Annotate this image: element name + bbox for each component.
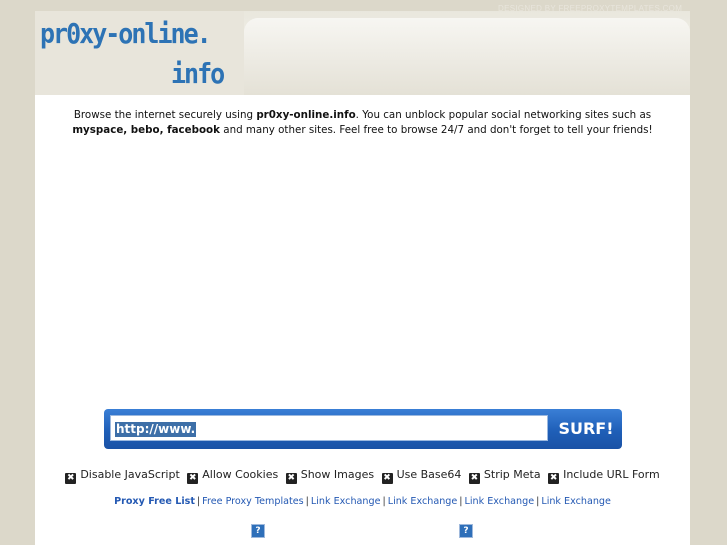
link-exchange[interactable]: Link Exchange bbox=[311, 496, 381, 507]
link-exchange[interactable]: Link Exchange bbox=[541, 496, 611, 507]
link-separator: | bbox=[305, 496, 309, 507]
option-disable-javascript[interactable]: ✖ Disable JavaScript bbox=[65, 468, 180, 484]
option-strip-meta[interactable]: ✖ Strip Meta bbox=[468, 468, 541, 484]
header-banner bbox=[244, 18, 690, 95]
link-free-proxy-templates[interactable]: Free Proxy Templates bbox=[202, 496, 304, 507]
checked-box-icon[interactable]: ✖ bbox=[187, 473, 199, 484]
site-logo[interactable]: pr0xy-online. info bbox=[35, 11, 244, 95]
checked-box-icon[interactable]: ✖ bbox=[381, 473, 393, 484]
intro-text: Browse the internet securely using bbox=[73, 109, 257, 121]
checked-box-icon[interactable]: ✖ bbox=[65, 473, 77, 484]
intro-text: . You can unblock popular social network… bbox=[355, 109, 652, 121]
proxy-options: ✖ Disable JavaScript ✖ Allow Cookies ✖ Show… bbox=[35, 468, 690, 484]
question-mark-icon[interactable]: ? bbox=[251, 524, 265, 538]
intro-site-name: pr0xy-online.info bbox=[256, 109, 356, 121]
surf-button[interactable]: SURF! bbox=[556, 416, 616, 442]
option-label: Use Base64 bbox=[396, 468, 462, 481]
option-label: Allow Cookies bbox=[202, 468, 279, 481]
intro-text: and many other sites. Feel free to brows… bbox=[219, 124, 653, 136]
intro-sites-list: myspace, bebo, facebook bbox=[72, 124, 220, 136]
option-use-base64[interactable]: ✖ Use Base64 bbox=[381, 468, 462, 484]
checked-box-icon[interactable]: ✖ bbox=[468, 473, 480, 484]
logo-text-line2: info bbox=[171, 57, 225, 90]
option-label: Strip Meta bbox=[483, 468, 541, 481]
option-allow-cookies[interactable]: ✖ Allow Cookies bbox=[187, 468, 278, 484]
option-label: Disable JavaScript bbox=[80, 468, 180, 481]
intro-paragraph: Browse the internet securely using pr0xy… bbox=[45, 108, 680, 138]
logo-text-line1: pr0xy-online. bbox=[40, 17, 212, 50]
url-input[interactable] bbox=[110, 415, 548, 441]
link-separator: | bbox=[196, 496, 201, 507]
option-show-images[interactable]: ✖ Show Images bbox=[285, 468, 375, 484]
checked-box-icon[interactable]: ✖ bbox=[548, 473, 560, 484]
link-separator: | bbox=[382, 496, 386, 507]
option-label: Include URL Form bbox=[563, 468, 660, 481]
link-exchange[interactable]: Link Exchange bbox=[388, 496, 458, 507]
checked-box-icon[interactable]: ✖ bbox=[285, 473, 297, 484]
main-page: pr0xy-online. info Browse the internet s… bbox=[35, 11, 690, 545]
link-exchange[interactable]: Link Exchange bbox=[465, 496, 535, 507]
question-mark-icon[interactable]: ? bbox=[459, 524, 473, 538]
option-include-url-form[interactable]: ✖ Include URL Form bbox=[548, 468, 660, 484]
link-proxy-free-list[interactable]: Proxy Free List bbox=[114, 496, 195, 507]
proxy-form: http://www. SURF! bbox=[104, 409, 622, 449]
link-separator: | bbox=[459, 496, 463, 507]
link-separator: | bbox=[536, 496, 540, 507]
footer-links: Proxy Free List | Free Proxy Templates | Lin… bbox=[35, 496, 690, 507]
option-label: Show Images bbox=[300, 468, 375, 481]
